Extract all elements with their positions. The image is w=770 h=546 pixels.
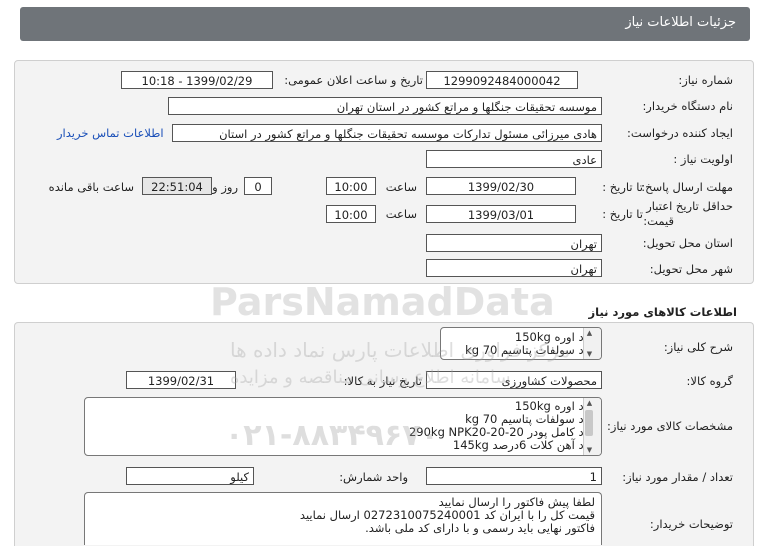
buyer-field: موسسه تحقیقات جنگلها و مراتع کشور در است…	[168, 97, 602, 115]
goods-section-title: اطلاعات کالاهای مورد نیاز	[588, 305, 737, 319]
remaining-label: ساعت باقی مانده	[48, 180, 134, 194]
deadline-label: مهلت ارسال پاسخ:	[641, 180, 733, 194]
scroll-up-icon[interactable]: ▲	[584, 398, 595, 408]
unit-field: کیلو	[126, 467, 254, 485]
notes-textarea[interactable]: لطفا پیش فاکتور را ارسال نمایید قیمت کل …	[84, 492, 602, 545]
province-field: تهران	[426, 234, 602, 252]
validity-label-line1: حداقل تاریخ اعتبار	[646, 199, 733, 213]
announce-datetime-field: 1399/02/29 - 10:18	[121, 71, 273, 89]
unit-label: واحد شمارش:	[339, 470, 408, 484]
notes-line-3: فاکتور نهایی باید رسمی و با دارای کد ملی…	[365, 521, 595, 535]
validity-time-field: 10:00	[326, 205, 376, 223]
city-field: تهران	[426, 259, 602, 277]
summary-line-2: کود سولفات پتاسیم 70 kg	[465, 343, 595, 357]
group-field: محصولات کشاورزی	[426, 371, 602, 389]
notes-label: توضیحات خریدار:	[649, 517, 733, 531]
validity-to-date-label: تا تاریخ :	[602, 207, 643, 221]
creator-field: هادی میرزائی مسئول تدارکات موسسه تحقیقات…	[172, 124, 602, 142]
group-label: گروه کالا:	[686, 374, 733, 388]
province-label: استان محل تحویل:	[642, 236, 733, 250]
deadline-time-label: ساعت	[385, 180, 417, 194]
summary-scrollbar[interactable]: ▲ ▼	[583, 328, 601, 359]
scroll-down-icon[interactable]: ▼	[584, 445, 595, 455]
need-number-field: 1299092484000042	[426, 71, 578, 89]
spec-textarea[interactable]: کود اوره 150kg کود سولفات پتاسیم 70 kg ک…	[84, 397, 602, 456]
validity-time-label: ساعت	[385, 207, 417, 221]
scroll-up-icon[interactable]: ▲	[584, 328, 595, 338]
validity-date-field: 1399/03/01	[426, 205, 576, 223]
deadline-to-date-label: تا تاریخ :	[602, 180, 643, 194]
day-and-label: روز و	[212, 180, 238, 194]
need-number-label: شماره نیاز:	[678, 73, 733, 87]
qty-label: تعداد / مقدار مورد نیاز:	[622, 470, 733, 484]
summary-textarea[interactable]: کود اوره 150kg کود سولفات پتاسیم 70 kg ▲…	[440, 327, 602, 360]
scroll-down-icon[interactable]: ▼	[584, 349, 595, 359]
announce-label: تاریخ و ساعت اعلان عمومی:	[284, 73, 423, 87]
spec-label: مشخصات کالای مورد نیاز:	[606, 419, 733, 433]
spec-line-4: کود آهن کلات 6درصد 145kg	[452, 438, 595, 452]
summary-label: شرح کلی نیاز:	[663, 340, 733, 354]
deadline-date-field: 1399/02/30	[426, 177, 576, 195]
spec-scrollbar[interactable]: ▲ ▼	[583, 398, 601, 455]
remaining-time-field: 22:51:04	[142, 177, 212, 195]
details-panel	[14, 60, 754, 284]
deadline-time-field: 10:00	[326, 177, 376, 195]
scroll-thumb[interactable]	[585, 410, 593, 436]
validity-label-line2: قیمت:	[643, 214, 674, 228]
watermark-brand: ParsNamadData	[210, 280, 555, 324]
priority-label: اولویت نیاز :	[673, 152, 733, 166]
priority-field: عادی	[426, 150, 602, 168]
page-header: جزئیات اطلاعات نیاز	[20, 7, 750, 41]
city-label: شهر محل تحویل:	[649, 262, 733, 276]
need-date-label: تاریخ نیاز به کالا:	[343, 374, 422, 388]
days-remaining-field: 0	[244, 177, 272, 195]
buyer-label: نام دستگاه خریدار:	[642, 99, 733, 113]
creator-label: ایجاد کننده درخواست:	[627, 126, 733, 140]
page-title: جزئیات اطلاعات نیاز	[625, 15, 736, 30]
qty-field: 1	[426, 467, 602, 485]
buyer-contact-link[interactable]: اطلاعات تماس خریدار	[57, 126, 164, 140]
need-date-field: 1399/02/31	[126, 371, 236, 389]
